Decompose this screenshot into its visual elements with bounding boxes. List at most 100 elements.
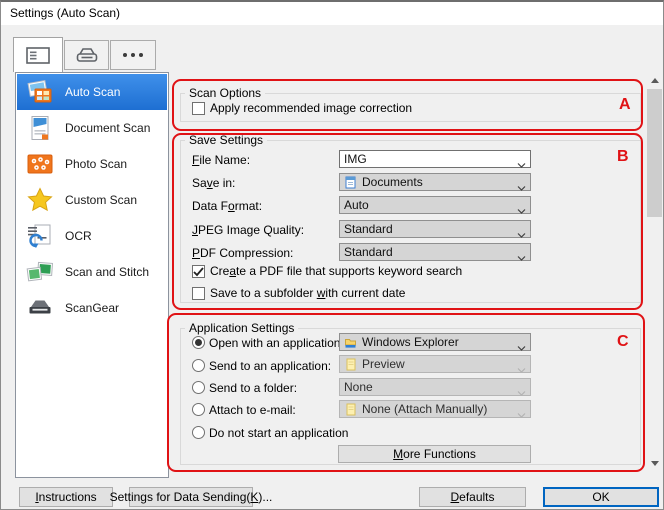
window-title: Settings (Auto Scan) bbox=[10, 6, 120, 20]
save-in-label: Save in: bbox=[192, 176, 235, 190]
send-to-folder-radio[interactable] bbox=[192, 381, 205, 394]
more-functions-button-label: More Functions bbox=[393, 447, 476, 461]
more-functions-button[interactable]: More Functions bbox=[338, 445, 531, 463]
file-name-combo[interactable]: IMG bbox=[339, 150, 531, 168]
send-to-application-value: Preview bbox=[362, 357, 405, 371]
chevron-down-icon[interactable] bbox=[517, 180, 526, 194]
scroll-up-icon bbox=[651, 78, 659, 83]
checkbox-box[interactable] bbox=[192, 265, 205, 278]
save-in-value: Documents bbox=[362, 175, 423, 189]
sidebar-item-ocr[interactable]: OCR bbox=[17, 218, 167, 254]
auto-scan-icon bbox=[26, 78, 54, 106]
chevron-down-icon bbox=[517, 362, 526, 376]
photo-scan-icon bbox=[26, 150, 54, 178]
scrollbar-thumb[interactable] bbox=[647, 89, 662, 217]
checkbox-box[interactable] bbox=[192, 102, 205, 115]
content-scrollbar[interactable] bbox=[647, 72, 662, 472]
tab-general-settings[interactable] bbox=[13, 37, 63, 72]
do-not-start-application-label: Do not start an application bbox=[209, 426, 348, 440]
send-to-folder-label: Send to a folder: bbox=[209, 381, 297, 395]
sidebar-item-label: ScanGear bbox=[65, 301, 119, 315]
checkbox-box[interactable] bbox=[192, 287, 205, 300]
instructions-button[interactable]: Instructions bbox=[19, 487, 113, 507]
explorer-folder-icon bbox=[344, 336, 357, 349]
file-name-label: File Name: bbox=[192, 153, 250, 167]
send-to-application-combo: Preview bbox=[339, 355, 531, 373]
open-with-application-radio[interactable] bbox=[192, 336, 205, 349]
scroll-up-button[interactable] bbox=[647, 72, 662, 89]
jpeg-quality-combo[interactable]: Standard bbox=[339, 220, 531, 238]
jpeg-quality-value: Standard bbox=[344, 222, 393, 236]
application-file-icon bbox=[344, 403, 357, 416]
sidebar-item-label: Scan and Stitch bbox=[65, 265, 149, 279]
ok-button[interactable]: OK bbox=[543, 487, 659, 507]
subfolder-date-checkbox[interactable]: Save to a subfolder with current date bbox=[192, 287, 405, 300]
instructions-button-label: Instructions bbox=[35, 490, 96, 504]
sidebar: Auto Scan Document Scan bbox=[15, 72, 169, 478]
apply-correction-checkbox[interactable]: Apply recommended image correction bbox=[192, 102, 412, 115]
scangear-icon bbox=[26, 294, 54, 322]
scroll-down-button[interactable] bbox=[647, 455, 662, 472]
documents-folder-icon bbox=[344, 176, 357, 189]
sidebar-item-document-scan[interactable]: Document Scan bbox=[17, 110, 167, 146]
attach-to-email-radio[interactable] bbox=[192, 403, 205, 416]
scan-options-group-title: Scan Options bbox=[185, 86, 265, 100]
sidebar-item-scan-and-stitch[interactable]: Scan and Stitch bbox=[17, 254, 167, 290]
settings-for-data-sending-button[interactable]: Settings for Data Sending(K)... bbox=[129, 487, 253, 507]
save-in-combo[interactable]: Documents bbox=[339, 173, 531, 191]
tab-scanner[interactable] bbox=[64, 40, 109, 70]
defaults-button[interactable]: Defaults bbox=[419, 487, 526, 507]
pdf-keyword-search-checkbox[interactable]: Create a PDF file that supports keyword … bbox=[192, 265, 462, 278]
attach-to-email-value: None (Attach Manually) bbox=[362, 402, 487, 416]
scanner-icon bbox=[75, 46, 99, 64]
apply-correction-label: Apply recommended image correction bbox=[210, 102, 412, 115]
scroll-down-icon bbox=[651, 461, 659, 466]
sidebar-item-label: Custom Scan bbox=[65, 193, 137, 207]
title-bar: Settings (Auto Scan) bbox=[1, 2, 663, 25]
open-with-application-combo[interactable]: Windows Explorer bbox=[339, 333, 531, 351]
settings-dialog: Settings (Auto Scan) bbox=[0, 0, 664, 510]
data-format-combo[interactable]: Auto bbox=[339, 196, 531, 214]
ocr-icon bbox=[26, 222, 54, 250]
send-to-folder-value: None bbox=[344, 380, 373, 394]
send-to-application-label: Send to an application: bbox=[209, 359, 331, 373]
ok-button-label: OK bbox=[592, 490, 609, 504]
open-with-application-value: Windows Explorer bbox=[362, 335, 459, 349]
attach-to-email-label: Attach to e-mail: bbox=[209, 403, 296, 417]
chevron-down-icon[interactable] bbox=[517, 250, 526, 264]
custom-scan-icon bbox=[26, 186, 54, 214]
chevron-down-icon[interactable] bbox=[517, 227, 526, 241]
sidebar-item-label: Auto Scan bbox=[65, 85, 120, 99]
do-not-start-application-radio[interactable] bbox=[192, 426, 205, 439]
callout-letter-c: C bbox=[617, 333, 629, 351]
pdf-compression-label: PDF Compression: bbox=[192, 246, 293, 260]
pdf-keyword-search-label: Create a PDF file that supports keyword … bbox=[210, 265, 462, 278]
sidebar-item-label: Photo Scan bbox=[65, 157, 127, 171]
sidebar-item-custom-scan[interactable]: Custom Scan bbox=[17, 182, 167, 218]
chevron-down-icon[interactable] bbox=[517, 340, 526, 354]
send-to-application-radio[interactable] bbox=[192, 359, 205, 372]
data-format-value: Auto bbox=[344, 198, 369, 212]
tab-more[interactable] bbox=[110, 40, 156, 70]
sidebar-item-label: OCR bbox=[65, 229, 92, 243]
document-scan-icon bbox=[26, 114, 54, 142]
pdf-compression-combo[interactable]: Standard bbox=[339, 243, 531, 261]
save-settings-group-title: Save Settings bbox=[185, 133, 267, 147]
sidebar-item-scangear[interactable]: ScanGear bbox=[17, 290, 167, 326]
settings-dialog-icon bbox=[26, 47, 50, 64]
chevron-down-icon bbox=[517, 407, 526, 421]
defaults-button-label: Defaults bbox=[450, 490, 494, 504]
data-format-label: Data Format: bbox=[192, 199, 262, 213]
sidebar-item-label: Document Scan bbox=[65, 121, 150, 135]
chevron-down-icon bbox=[517, 385, 526, 399]
three-dots-icon bbox=[123, 53, 127, 57]
sidebar-item-auto-scan[interactable]: Auto Scan bbox=[17, 74, 167, 110]
send-to-folder-combo: None bbox=[339, 378, 531, 396]
chevron-down-icon[interactable] bbox=[517, 203, 526, 217]
settings-for-data-sending-button-label: Settings for Data Sending(K)... bbox=[110, 490, 273, 504]
jpeg-quality-label: JPEG Image Quality: bbox=[192, 223, 304, 237]
file-name-value: IMG bbox=[344, 152, 367, 166]
chevron-down-icon[interactable] bbox=[517, 157, 526, 171]
callout-letter-a: A bbox=[619, 96, 631, 114]
sidebar-item-photo-scan[interactable]: Photo Scan bbox=[17, 146, 167, 182]
